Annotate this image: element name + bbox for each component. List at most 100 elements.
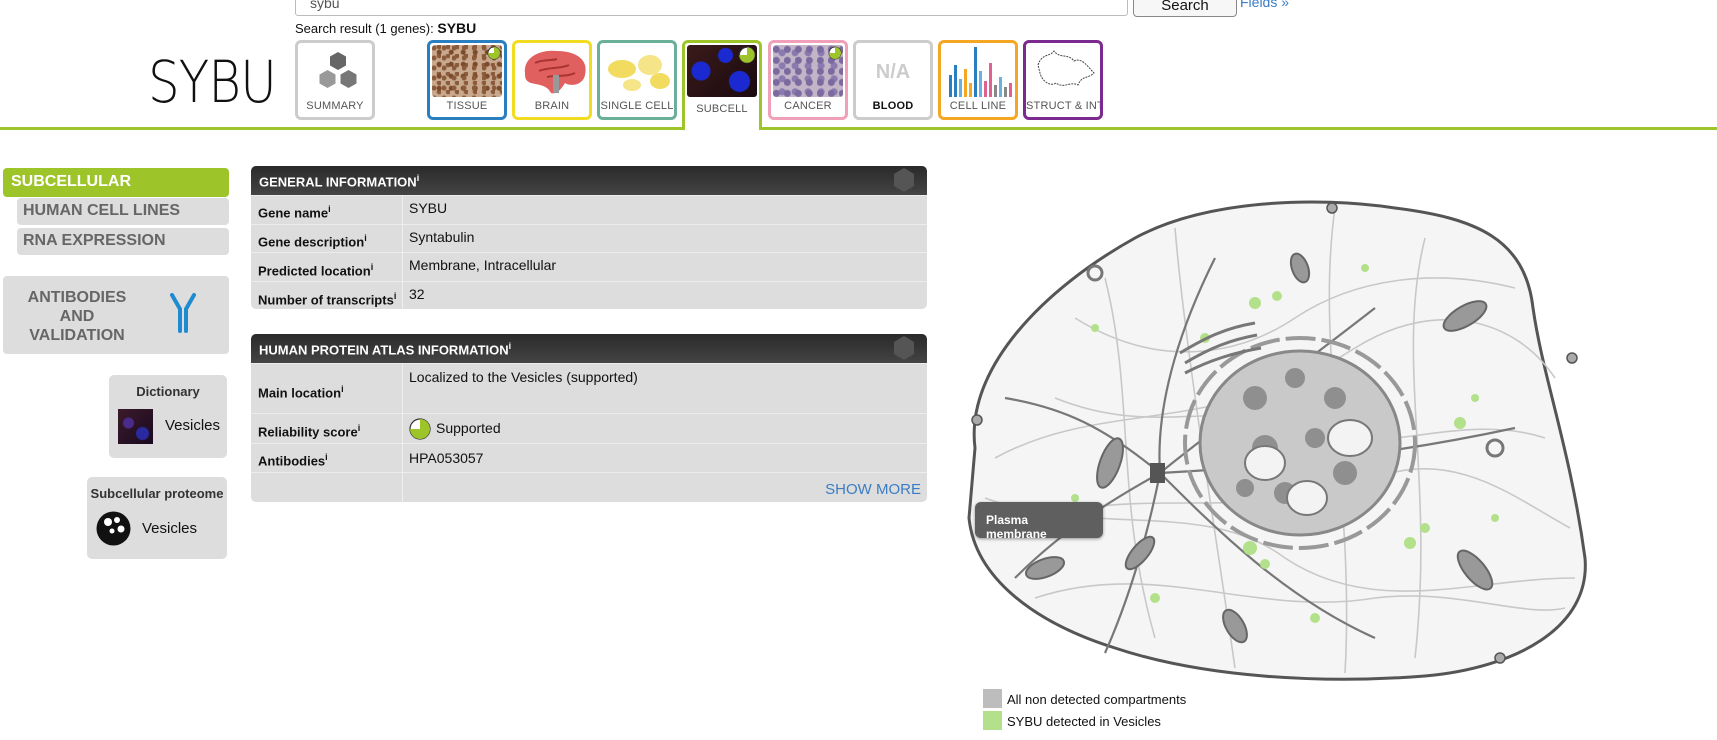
general-info-panel: GENERAL INFORMATIONi Gene namei SYBU Gene… xyxy=(251,166,927,309)
reliability-pie-icon xyxy=(828,46,842,60)
search-result-gene[interactable]: SYBU xyxy=(437,20,476,36)
info-icon[interactable]: i xyxy=(328,204,331,214)
info-icon[interactable]: i xyxy=(364,233,367,243)
supported-pie-icon xyxy=(409,418,431,440)
tab-brain[interactable]: BRAIN xyxy=(512,40,592,120)
subcellular-proteome-box[interactable]: Subcellular proteome Vesicles xyxy=(87,477,227,559)
membrane-pit xyxy=(1326,202,1338,214)
search-value: sybu xyxy=(310,0,340,11)
general-info-header: GENERAL INFORMATIONi xyxy=(251,166,927,195)
vesicles-icon xyxy=(96,511,131,546)
nucleolus[interactable] xyxy=(1327,419,1373,457)
gene-title: SYBU xyxy=(148,48,277,116)
info-icon[interactable]: i xyxy=(325,452,328,462)
search-result-summary: Search result (1 genes): SYBU xyxy=(295,20,476,36)
info-icon[interactable]: i xyxy=(417,173,420,183)
membrane-pit xyxy=(1566,352,1578,364)
info-icon[interactable]: i xyxy=(371,262,374,272)
membrane-pit xyxy=(1494,652,1506,664)
search-button[interactable]: Search xyxy=(1133,0,1237,17)
subcellular-proteome-item: Vesicles xyxy=(142,520,198,537)
reliability-key: Reliability score xyxy=(258,424,358,440)
legend-swatch-non-detected xyxy=(983,689,1002,708)
predicted-location-value: Membrane, Intracellular xyxy=(409,257,557,273)
search-result-text: Search result (1 genes): xyxy=(295,21,434,36)
gene-name-key: Gene name xyxy=(258,205,329,221)
brain-icon xyxy=(524,50,586,94)
membrane-pit xyxy=(971,414,983,426)
summary-hexagons-icon xyxy=(319,52,357,88)
tab-cell-line[interactable]: CELL LINE xyxy=(938,40,1018,120)
info-row: Reliability scorei Supported xyxy=(251,413,927,443)
tab-subcell-label: SUBCELL xyxy=(696,103,748,115)
show-more-link[interactable]: SHOW MORE xyxy=(825,481,921,498)
tab-single-cell[interactable]: SINGLE CELL xyxy=(597,40,677,120)
tab-tissue-label: TISSUE xyxy=(446,100,488,112)
predicted-location-key: Predicted location xyxy=(258,263,371,279)
hpa-info-panel: HUMAN PROTEIN ATLAS INFORMATIONi Main lo… xyxy=(251,334,927,502)
tab-blood[interactable]: N/A BLOOD xyxy=(853,40,933,120)
info-row: Number of transcriptsi 32 xyxy=(251,281,927,309)
info-icon[interactable]: i xyxy=(394,291,397,301)
centrosome[interactable] xyxy=(1150,463,1165,483)
transcripts-value: 32 xyxy=(409,286,425,302)
info-row: Antibodiesi HPA053057 xyxy=(251,443,927,472)
cell-line-barchart-icon xyxy=(949,47,1012,97)
reliability-value: Supported xyxy=(436,420,501,436)
tab-brain-label: BRAIN xyxy=(534,100,570,112)
main-location-key: Main location xyxy=(258,385,342,401)
cell-diagram[interactable] xyxy=(955,198,1595,683)
transcripts-key: Number of transcripts xyxy=(258,292,394,308)
blood-na-placeholder: N/A xyxy=(875,61,911,83)
info-row: Gene namei SYBU xyxy=(251,195,927,224)
tab-struct-int-label: STRUCT & INT xyxy=(1026,100,1103,112)
compartment-tooltip: Plasma membrane xyxy=(975,502,1103,541)
legend-detected: SYBU detected in Vesicles xyxy=(1007,714,1161,729)
info-icon[interactable]: i xyxy=(358,423,361,433)
nav-rna-expression[interactable]: RNA EXPRESSION xyxy=(17,228,229,255)
general-info-title: GENERAL INFORMATION xyxy=(259,174,417,190)
tab-cancer-label: CANCER xyxy=(784,100,832,112)
tab-summary[interactable]: SUMMARY xyxy=(295,40,375,120)
tab-single-cell-label: SINGLE CELL xyxy=(600,100,674,112)
nav-antibodies-label: ANTIBODIES AND VALIDATION xyxy=(27,289,127,344)
reliability-pie-icon xyxy=(487,46,501,60)
vesicles-thumbnail xyxy=(118,409,153,444)
tab-struct-int[interactable]: STRUCT & INT xyxy=(1023,40,1103,120)
single-cell-umap-icon xyxy=(608,55,670,91)
info-row: Gene descriptioni Syntabulin xyxy=(251,224,927,252)
hexagon-decor-icon xyxy=(894,336,914,360)
info-row: Predicted locationi Membrane, Intracellul… xyxy=(251,252,927,281)
antibody-icon xyxy=(170,293,196,333)
tab-blood-label: BLOOD xyxy=(872,100,914,112)
info-icon[interactable]: i xyxy=(509,341,512,351)
tab-cancer[interactable]: CANCER xyxy=(768,40,848,120)
info-icon[interactable]: i xyxy=(341,384,344,394)
gene-name-value: SYBU xyxy=(409,200,448,216)
info-row: Main locationi Localized to the Vesicles … xyxy=(251,363,927,413)
antibody-link[interactable]: HPA053057 xyxy=(409,450,483,466)
dictionary-item: Vesicles xyxy=(165,417,221,434)
reliability-pie-icon xyxy=(738,46,756,64)
hpa-info-title: HUMAN PROTEIN ATLAS INFORMATION xyxy=(259,342,509,358)
tab-underline xyxy=(0,127,1717,130)
hpa-info-header: HUMAN PROTEIN ATLAS INFORMATIONi xyxy=(251,334,927,363)
subcellular-proteome-title: Subcellular proteome xyxy=(90,486,224,501)
fields-link[interactable]: Fields » xyxy=(1240,0,1289,10)
nav-subcellular[interactable]: SUBCELLULAR xyxy=(3,168,229,197)
nucleolus[interactable] xyxy=(1286,480,1328,516)
tab-subcell[interactable]: SUBCELL xyxy=(682,40,762,130)
antibodies-key: Antibodies xyxy=(258,453,326,469)
dictionary-title: Dictionary xyxy=(136,384,200,399)
nav-antibodies-validation[interactable]: ANTIBODIES AND VALIDATION xyxy=(3,276,229,354)
tab-summary-label: SUMMARY xyxy=(306,100,364,112)
tab-tissue[interactable]: TISSUE xyxy=(427,40,507,120)
main-location-value: Localized to the Vesicles (supported) xyxy=(409,369,638,385)
legend-swatch-detected xyxy=(983,711,1002,730)
search-input[interactable]: sybu xyxy=(295,0,1128,16)
nucleolus[interactable] xyxy=(1244,445,1286,481)
dictionary-box[interactable]: Dictionary Vesicles xyxy=(109,375,227,458)
gene-description-key: Gene description xyxy=(258,234,365,250)
nav-human-cell-lines[interactable]: HUMAN CELL LINES xyxy=(17,198,229,225)
gene-description-value: Syntabulin xyxy=(409,229,475,245)
